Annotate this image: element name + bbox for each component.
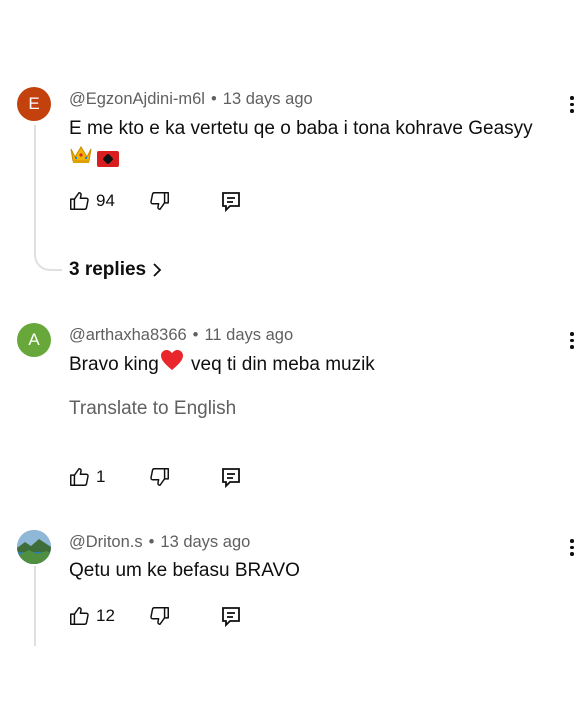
author-name[interactable]: @arthaxha8366 [69,326,187,344]
thumbs-down-icon [150,468,169,486]
comment-age[interactable]: 13 days ago [160,533,250,551]
meta-separator: • [192,326,199,344]
comment-emoji-line [69,143,119,175]
more-options-icon[interactable] [570,332,576,352]
thumbs-down-icon [150,192,169,210]
meta-separator: • [148,533,155,551]
comment-text: E me kto e ka vertetu qe o baba i tona k… [69,118,533,139]
like-count: 1 [96,467,106,486]
reply-comment-icon [222,192,240,213]
thread-curve [34,243,62,271]
thread-line [34,566,36,646]
like-button[interactable]: 94 [68,190,115,212]
reply-button[interactable] [220,466,242,490]
thumbs-down-icon [150,607,169,625]
avatar[interactable] [17,530,51,564]
comment-text-start: Bravo king [69,354,159,376]
reply-button[interactable] [220,190,242,214]
more-options-icon[interactable] [570,539,576,559]
replies-label: 3 replies [69,259,147,280]
view-replies-button[interactable]: 3 replies [69,259,162,281]
comment-meta: @EgzonAjdini-m6l • 13 days ago [69,90,313,109]
more-options-icon[interactable] [570,96,576,116]
chevron-right-icon [153,263,162,277]
like-button[interactable]: 1 [68,466,105,488]
thread-line [34,125,36,247]
comment-age[interactable]: 11 days ago [204,326,293,344]
thumbs-up-icon [70,468,89,486]
avatar[interactable]: A [17,323,51,357]
comment-age[interactable]: 13 days ago [223,90,313,108]
thumbs-up-icon [70,607,89,625]
thumbs-up-icon [70,192,89,210]
meta-separator: • [210,90,217,108]
avatar[interactable]: E [17,87,51,121]
reply-button[interactable] [220,605,242,629]
like-count: 12 [96,606,115,625]
comment-meta: @Driton.s • 13 days ago [69,533,250,552]
comment-text: Qetu um ke befasu BRAVO [69,560,300,581]
red-heart-emoji [160,349,184,381]
comment-text-end: veq ti din meba muzik [185,354,375,376]
crown-emoji [69,143,93,175]
like-count: 94 [96,191,115,210]
dislike-button[interactable] [149,466,171,488]
author-name[interactable]: @EgzonAjdini-m6l [69,90,205,108]
author-name[interactable]: @Driton.s [69,533,143,551]
like-button[interactable]: 12 [68,605,115,627]
dislike-button[interactable] [149,190,171,212]
landscape-avatar-image [17,530,51,564]
comment-meta: @arthaxha8366 • 11 days ago [69,326,293,345]
translate-button[interactable]: Translate to English [69,398,236,420]
reply-comment-icon [222,468,240,489]
dislike-button[interactable] [149,605,171,627]
comment-text: Bravo king veq ti din meba muzik [69,349,375,381]
albania-flag-emoji [97,151,119,167]
reply-comment-icon [222,607,240,628]
